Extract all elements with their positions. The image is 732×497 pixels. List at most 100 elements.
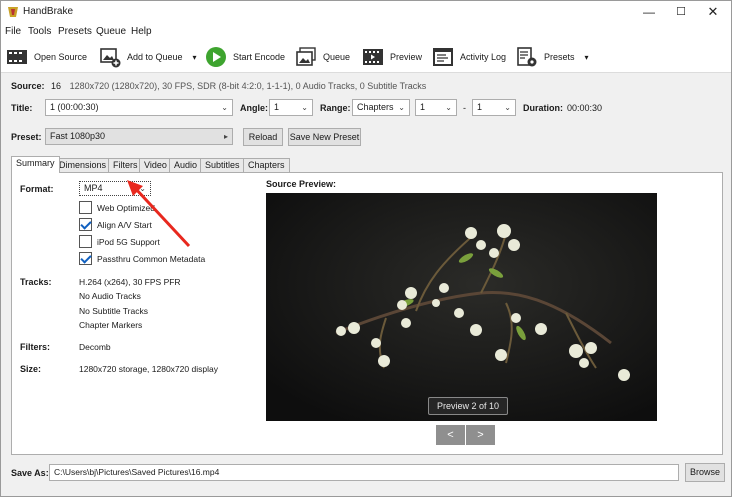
add-to-queue-button[interactable]: Add to Queue ▾ [99, 45, 197, 69]
menu-bar: File Tools Presets Queue Help [1, 23, 731, 41]
preset-label: Preset: [11, 132, 42, 142]
tab-dimensions[interactable]: Dimensions [54, 158, 112, 172]
format-value: MP4 [84, 183, 103, 193]
range-label: Range: [320, 103, 351, 113]
track-chapters: Chapter Markers [79, 320, 143, 330]
tab-chapters[interactable]: Chapters [243, 158, 290, 172]
angle-dropdown[interactable]: 1 ⌄ [269, 99, 313, 116]
open-source-label: Open Source [34, 52, 88, 62]
align-av-start-checkbox[interactable] [79, 218, 92, 231]
size-label: Size: [20, 364, 42, 374]
track-video: H.264 (x264), 30 FPS PFR [79, 277, 181, 287]
chevron-down-icon: ⌄ [504, 103, 511, 112]
play-icon [206, 47, 226, 67]
preset-selector[interactable]: Fast 1080p30 ▸ [45, 128, 233, 145]
range-end-dropdown[interactable]: 1 ⌄ [472, 99, 516, 116]
window-title: HandBrake [23, 6, 74, 17]
terminal-log-icon [433, 48, 453, 66]
angle-value: 1 [274, 102, 280, 112]
queue-button[interactable]: Queue [295, 45, 350, 69]
save-as-label: Save As: [11, 468, 49, 478]
tab-summary[interactable]: Summary [11, 156, 60, 173]
chevron-down-icon: ⌄ [445, 103, 452, 112]
title-bar: HandBrake — ☐ ✕ [1, 1, 731, 23]
ipod-5g-support-checkbox[interactable] [79, 235, 92, 248]
maximize-button[interactable]: ☐ [665, 1, 697, 23]
chevron-down-icon: ⌄ [221, 103, 228, 112]
add-image-icon [100, 48, 121, 68]
filters-value: Decomb [79, 342, 111, 352]
browse-button[interactable]: Browse [685, 463, 725, 482]
menu-file[interactable]: File [5, 26, 21, 37]
tab-video[interactable]: Video [139, 158, 172, 172]
preview-film-icon [363, 49, 383, 65]
activity-log-button[interactable]: Activity Log [432, 45, 506, 69]
open-source-button[interactable]: Open Source [6, 45, 87, 69]
size-value: 1280x720 storage, 1280x720 display [79, 364, 218, 374]
start-encode-label: Start Encode [233, 52, 286, 62]
source-preview-image: Preview 2 of 10 [266, 193, 657, 421]
title-value: 1 (00:00:30) [50, 102, 99, 112]
handbrake-logo-icon [8, 7, 18, 17]
source-details: 1280x720 (1280x720), 30 FPS, SDR (8-bit … [69, 81, 427, 91]
presets-button[interactable]: Presets ▾ [516, 45, 589, 69]
source-label: Source: [11, 81, 45, 91]
film-strip-icon [7, 50, 27, 64]
menu-queue[interactable]: Queue [96, 26, 126, 37]
chevron-down-icon: ⌄ [398, 103, 405, 112]
close-button[interactable]: ✕ [697, 1, 729, 23]
range-type-value: Chapters [357, 102, 394, 112]
chevron-down-icon: ⌄ [301, 103, 308, 112]
minimize-button[interactable]: — [633, 1, 665, 23]
presets-dropdown-icon[interactable]: ▾ [585, 53, 589, 62]
start-encode-button[interactable]: Start Encode [205, 45, 285, 69]
title-dropdown[interactable]: 1 (00:00:30) ⌄ [45, 99, 233, 116]
add-to-queue-dropdown-icon[interactable]: ▾ [193, 53, 197, 62]
duration-value: 00:00:30 [567, 103, 603, 113]
source-preview-label: Source Preview: [266, 179, 337, 189]
cherry-blossom-branch-image [266, 193, 657, 421]
tracks-label: Tracks: [20, 277, 52, 287]
range-start-dropdown[interactable]: 1 ⌄ [415, 99, 457, 116]
chevron-right-icon: ▸ [223, 132, 228, 141]
menu-help[interactable]: Help [131, 26, 152, 37]
source-name: 16 [51, 81, 62, 91]
reload-button[interactable]: Reload [243, 128, 283, 146]
title-label: Title: [11, 103, 33, 113]
preview-counter-badge: Preview 2 of 10 [428, 397, 509, 415]
next-preview-button[interactable]: > [466, 425, 495, 445]
web-optimized-checkbox[interactable] [79, 201, 92, 214]
queue-label: Queue [323, 52, 351, 62]
save-new-preset-button[interactable]: Save New Preset [288, 128, 361, 146]
tab-subtitles[interactable]: Subtitles [200, 158, 245, 172]
track-audio: No Audio Tracks [79, 291, 141, 301]
presets-label: Presets [544, 52, 575, 62]
source-info: Source: 16 1280x720 (1280x720), 30 FPS, … [11, 81, 426, 91]
tab-audio[interactable]: Audio [169, 158, 203, 172]
track-subtitles: No Subtitle Tracks [79, 306, 148, 316]
range-start-value: 1 [420, 102, 426, 112]
handbrake-window: HandBrake — ☐ ✕ File Tools Presets Queue… [0, 0, 732, 497]
range-separator: - [463, 103, 466, 113]
format-label: Format: [20, 184, 54, 194]
menu-presets[interactable]: Presets [58, 26, 92, 37]
summary-panel: Format: MP4 ⌄ Web Optimized Align A/V St… [11, 172, 723, 455]
previous-preview-button[interactable]: < [436, 425, 465, 445]
save-as-path-input[interactable]: C:\Users\bj\Pictures\Saved Pictures\16.m… [49, 464, 679, 481]
preset-value: Fast 1080p30 [50, 131, 106, 141]
passthru-metadata-checkbox[interactable] [79, 252, 92, 265]
angle-label: Angle: [240, 103, 268, 113]
add-to-queue-label: Add to Queue [127, 52, 183, 62]
queue-images-icon [296, 47, 316, 66]
preview-label: Preview [390, 52, 423, 62]
tab-filters[interactable]: Filters [108, 158, 143, 172]
activity-log-label: Activity Log [460, 52, 507, 62]
preview-button[interactable]: Preview [362, 45, 422, 69]
toolbar: Open Source Add to Queue ▾ Start Encode [1, 41, 731, 73]
menu-tools[interactable]: Tools [28, 26, 51, 37]
range-type-dropdown[interactable]: Chapters ⌄ [352, 99, 410, 116]
duration-label: Duration: [523, 103, 563, 113]
annotation-arrow-icon [127, 180, 191, 248]
filters-label: Filters: [20, 342, 51, 352]
range-end-value: 1 [477, 102, 483, 112]
